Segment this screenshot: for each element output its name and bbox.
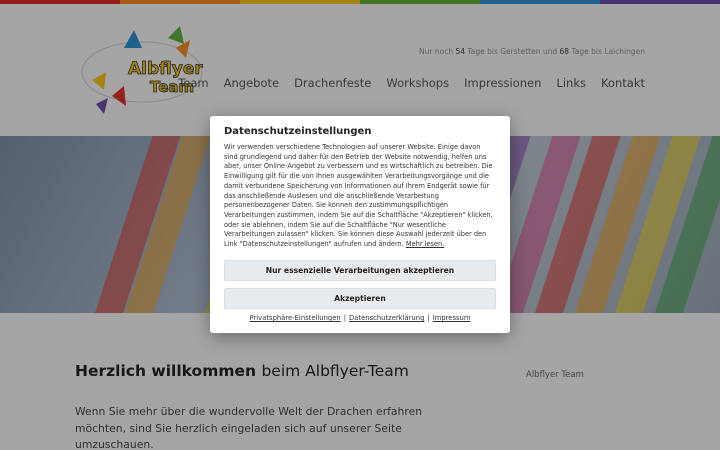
accept-all-button[interactable]: Akzeptieren [224, 288, 496, 309]
privacy-settings-dialog: Datenschutzeinstellungen Wir verwenden v… [210, 116, 510, 333]
dialog-title: Datenschutzeinstellungen [224, 126, 372, 137]
read-more-link[interactable]: Mehr lesen. [406, 240, 444, 248]
dialog-body-text: Wir verwenden verschiedene Technologien … [224, 143, 493, 249]
privacy-policy-link[interactable]: Datenschutzerklärung [349, 314, 424, 322]
accept-essential-button[interactable]: Nur essenzielle Verarbeitungen akzeptier… [224, 260, 496, 281]
imprint-link[interactable]: Impressum [433, 314, 471, 322]
dialog-footer-links: Privatsphäre-Einstellungen | Datenschutzer… [249, 314, 471, 322]
dialog-body: Wir verwenden verschiedene Technologien … [224, 143, 496, 250]
privacy-preferences-link[interactable]: Privatsphäre-Einstellungen [250, 314, 341, 322]
